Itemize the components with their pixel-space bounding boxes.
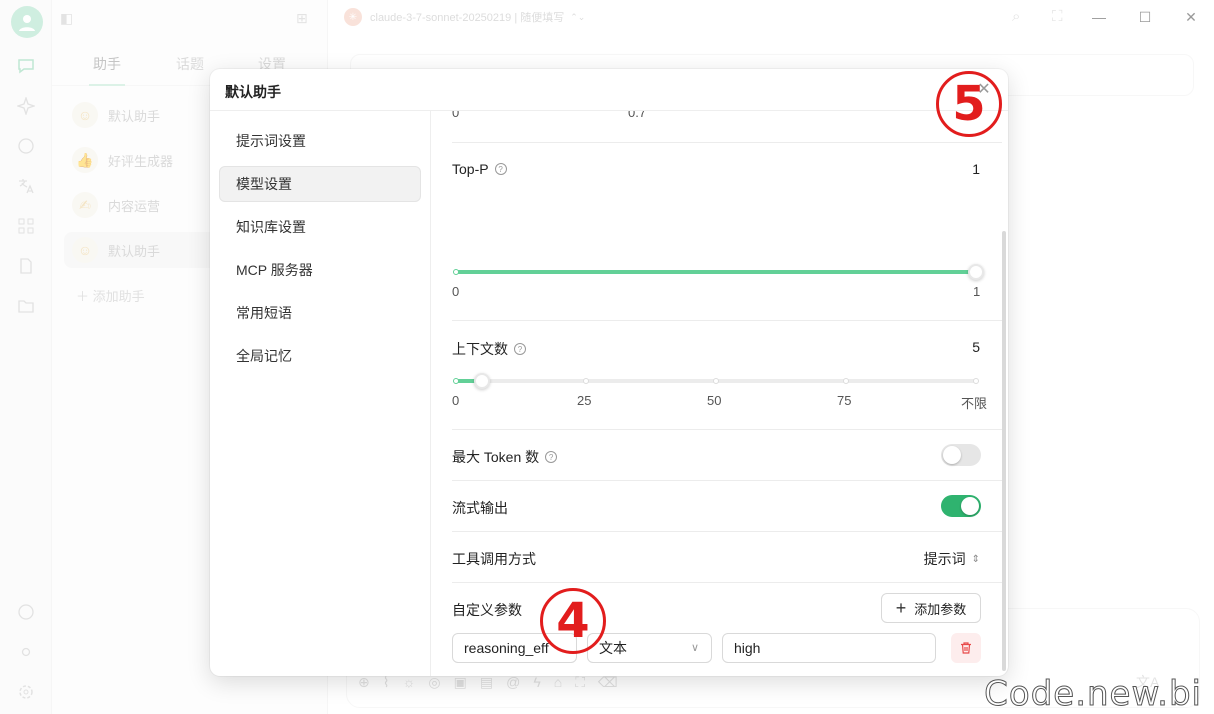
annotation-four: 4 <box>540 588 606 654</box>
top-p-handle[interactable] <box>968 264 984 280</box>
temperature-min: 0 <box>452 111 460 120</box>
menu-knowledge-settings[interactable]: 知识库设置 <box>219 209 421 245</box>
delete-param-button[interactable] <box>951 633 981 663</box>
top-p-slider[interactable] <box>453 264 984 280</box>
context-tick: 75 <box>837 393 852 408</box>
context-tick: 不限 <box>961 396 988 411</box>
slider-mark <box>843 378 849 384</box>
tool-mode-text: 工具调用方式 <box>452 551 536 567</box>
menu-prompt-settings[interactable]: 提示词设置 <box>219 123 421 159</box>
divider <box>452 480 1002 481</box>
add-param-label: 添加参数 <box>914 601 967 617</box>
custom-params-label: 自定义参数 <box>452 600 522 620</box>
top-p-label: Top-P ? <box>452 161 507 177</box>
trash-icon <box>961 642 971 654</box>
custom-params-text: 自定义参数 <box>452 602 522 618</box>
param-type-select[interactable]: 文本 ∨ <box>587 633 712 663</box>
menu-model-settings[interactable]: 模型设置 <box>219 166 421 202</box>
divider <box>452 320 1002 321</box>
context-tick: 50 <box>707 393 722 408</box>
divider <box>452 429 1002 430</box>
updown-chevron-icon: ⇕ <box>971 553 980 565</box>
context-text: 上下文数 <box>452 341 508 357</box>
divider <box>452 531 1002 532</box>
settings-menu: 提示词设置 模型设置 知识库设置 MCP 服务器 常用短语 全局记忆 <box>210 111 431 676</box>
tool-mode-label: 工具调用方式 <box>452 549 536 569</box>
slider-mark <box>583 378 589 384</box>
menu-mcp-servers[interactable]: MCP 服务器 <box>219 252 421 288</box>
stream-output-toggle[interactable] <box>941 495 981 517</box>
slider-mark <box>453 378 459 384</box>
menu-global-memory[interactable]: 全局记忆 <box>219 338 421 374</box>
help-icon[interactable]: ? <box>514 343 526 355</box>
max-token-toggle[interactable] <box>941 444 981 466</box>
top-p-min: 0 <box>452 284 460 299</box>
add-param-button[interactable]: + 添加参数 <box>881 593 981 623</box>
slider-mark <box>453 269 459 275</box>
toggle-knob <box>943 446 961 464</box>
divider <box>452 582 1002 583</box>
slider-mark <box>973 378 979 384</box>
top-p-fill <box>456 270 976 274</box>
max-token-label: 最大 Token 数 ? <box>452 447 558 467</box>
tool-mode-value: 提示词 <box>923 551 966 567</box>
param-value-input[interactable]: high <box>722 633 936 663</box>
dialog-header: 默认助手 ✕ <box>210 69 1008 111</box>
menu-quick-phrases[interactable]: 常用短语 <box>219 295 421 331</box>
scrollbar[interactable] <box>1002 231 1006 671</box>
param-type-value: 文本 <box>599 640 627 656</box>
stream-text: 流式输出 <box>452 500 508 516</box>
context-slider[interactable] <box>453 373 979 389</box>
context-handle[interactable] <box>474 373 490 389</box>
temperature-mid: 0.7 <box>628 111 647 120</box>
divider <box>452 142 1002 143</box>
slider-mark <box>713 378 719 384</box>
plus-icon: + <box>895 598 907 618</box>
top-p-max: 1 <box>973 284 981 299</box>
max-token-text: 最大 Token 数 <box>452 449 540 465</box>
tool-mode-select[interactable]: 提示词 ⇕ <box>924 549 980 569</box>
stream-label: 流式输出 <box>452 498 508 518</box>
context-label: 上下文数 ? <box>452 339 526 359</box>
context-tick: 0 <box>452 393 460 408</box>
context-value: 5 <box>972 339 980 355</box>
annotation-five: 5 <box>936 71 1002 137</box>
watermark: Code.new.bi <box>984 674 1202 714</box>
top-p-value: 1 <box>972 161 980 177</box>
toggle-knob <box>961 497 979 515</box>
dialog-title: 默认助手 <box>225 84 281 100</box>
context-tick: 25 <box>577 393 592 408</box>
help-icon[interactable]: ? <box>494 163 507 175</box>
model-settings-content: 0 0.7 Top-P ? 1 0 1 上下文数 ? 5 0 25 50 75 … <box>431 111 1008 676</box>
top-p-text: Top-P <box>452 161 489 177</box>
help-icon[interactable]: ? <box>545 451 558 463</box>
chevron-down-icon: ∨ <box>690 642 699 654</box>
assistant-settings-dialog: 默认助手 ✕ 提示词设置 模型设置 知识库设置 MCP 服务器 常用短语 全局记… <box>210 69 1008 676</box>
